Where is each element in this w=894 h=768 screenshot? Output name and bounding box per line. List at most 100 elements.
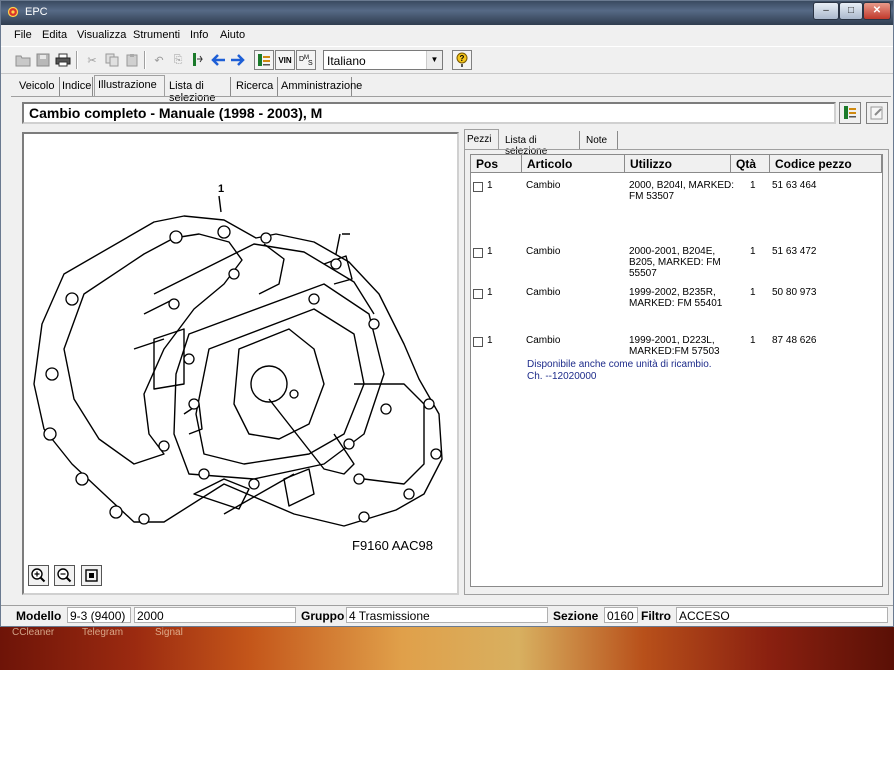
- row-pos: 1: [487, 287, 493, 298]
- dms-icon[interactable]: DMS: [296, 50, 316, 70]
- row-pos: 1: [487, 335, 493, 346]
- menu-aiuto[interactable]: Aiuto: [220, 29, 245, 41]
- row-utilizzo: 2000, B204I, MARKED: FM 53507: [629, 180, 735, 202]
- tab-amministrazione[interactable]: Amministrazione: [278, 77, 362, 97]
- desktop-icon-label[interactable]: Signal: [155, 627, 183, 638]
- menu-visualizza[interactable]: Visualizza: [77, 29, 126, 41]
- modello-label: Modello: [16, 609, 62, 623]
- tab-lista-di-selezione[interactable]: Lista di selezione: [165, 77, 231, 104]
- menu-file[interactable]: File: [14, 29, 32, 41]
- open-folder-icon[interactable]: [13, 50, 33, 70]
- row-checkbox[interactable]: [473, 182, 483, 192]
- menu-edita[interactable]: Edita: [42, 29, 67, 41]
- illustration-panel: 1 F9160 AAC98: [22, 132, 459, 595]
- row-codice[interactable]: 51 63 472: [772, 246, 817, 257]
- row-codice[interactable]: 50 80 973: [772, 287, 817, 298]
- zoom-out-button[interactable]: [54, 565, 75, 586]
- paste-icon[interactable]: [122, 50, 142, 70]
- desktop-icon-label[interactable]: Telegram: [82, 627, 123, 638]
- tab-veicolo[interactable]: Veicolo: [15, 77, 60, 97]
- language-value: Italiano: [327, 54, 366, 68]
- column-header-utilizzo[interactable]: Utilizzo: [625, 155, 731, 173]
- desktop-icon-label[interactable]: CCleaner: [12, 627, 54, 638]
- title-bar[interactable]: EPC – □ ✕: [1, 1, 893, 25]
- desktop-background: CCleaner Telegram Signal: [0, 627, 894, 670]
- fit-view-icon: [85, 569, 98, 582]
- menu-bar: File Edita Visualizza Strumenti Info Aiu…: [1, 26, 893, 45]
- row-pos: 1: [487, 180, 493, 191]
- tab-pezzi[interactable]: Pezzi: [464, 129, 499, 150]
- anno-value: 2000: [134, 607, 296, 623]
- catalog-list-button[interactable]: [839, 102, 861, 124]
- page-back-icon[interactable]: ⎘: [168, 50, 188, 70]
- save-icon[interactable]: [33, 50, 53, 70]
- parts-table: Pos Articolo Utilizzo Qtà Codice pezzo 1…: [470, 154, 883, 587]
- heading-field: Cambio completo - Manuale (1998 - 2003),…: [22, 102, 836, 124]
- toolbar: ✂ ↶ ⎘ VIN DMS Italiano ▼ ?: [1, 46, 893, 74]
- help-button[interactable]: ?: [452, 50, 472, 70]
- modello-value: 9-3 (9400): [67, 607, 131, 623]
- row-checkbox[interactable]: [473, 289, 483, 299]
- row-codice[interactable]: 87 48 626: [772, 335, 817, 346]
- arrow-left-icon[interactable]: [208, 50, 228, 70]
- tab-ricerca[interactable]: Ricerca: [231, 77, 278, 97]
- column-header-codice[interactable]: Codice pezzo: [770, 155, 882, 173]
- sezione-label: Sezione: [553, 609, 599, 623]
- drawing-code: F9160 AAC98: [352, 538, 433, 553]
- row-articolo[interactable]: Cambio: [526, 335, 560, 346]
- row-qta: 1: [750, 180, 756, 191]
- vin-button[interactable]: VIN: [275, 50, 295, 70]
- tab-illustrazione[interactable]: Illustrazione: [94, 75, 165, 97]
- print-icon[interactable]: [53, 50, 73, 70]
- row-codice[interactable]: 51 63 464: [772, 180, 817, 191]
- sezione-value: 0160: [604, 607, 638, 623]
- row-checkbox[interactable]: [473, 248, 483, 258]
- catalog-icon[interactable]: [254, 50, 274, 70]
- row-articolo[interactable]: Cambio: [526, 180, 560, 191]
- column-header-pos[interactable]: Pos: [471, 155, 522, 173]
- gearbox-drawing[interactable]: 1 F9160 AAC98: [24, 134, 457, 593]
- toolbar-separator: [76, 51, 78, 69]
- row-qta: 1: [750, 287, 756, 298]
- cut-icon[interactable]: ✂: [82, 50, 102, 70]
- row-checkbox[interactable]: [473, 337, 483, 347]
- chevron-down-icon[interactable]: ▼: [426, 51, 442, 69]
- gruppo-value: 4 Trasmissione: [346, 607, 548, 623]
- copy-icon[interactable]: [102, 50, 122, 70]
- return-icon[interactable]: ↶: [149, 50, 169, 70]
- zoom-in-icon: [31, 568, 46, 583]
- row-articolo[interactable]: Cambio: [526, 246, 560, 257]
- minimize-button[interactable]: –: [813, 2, 839, 20]
- fit-view-button[interactable]: [81, 565, 102, 586]
- arrow-right-icon[interactable]: [228, 50, 248, 70]
- callout-number[interactable]: 1: [218, 183, 224, 195]
- window-title: EPC: [25, 6, 48, 18]
- tab-divider: [11, 96, 891, 97]
- maximize-button[interactable]: □: [839, 2, 863, 20]
- row-pos: 1: [487, 246, 493, 257]
- tab-lista-di-selezione-parts[interactable]: Lista di selezione: [500, 131, 580, 157]
- menu-strumenti[interactable]: Strumenti: [133, 29, 180, 41]
- language-select[interactable]: Italiano ▼: [323, 50, 443, 70]
- app-icon: [7, 6, 19, 18]
- menu-info[interactable]: Info: [190, 29, 208, 41]
- close-button[interactable]: ✕: [863, 2, 891, 20]
- column-header-articolo[interactable]: Articolo: [522, 155, 625, 173]
- gruppo-label: Gruppo: [301, 609, 345, 623]
- toolbar-separator: [144, 51, 146, 69]
- column-header-qta[interactable]: Qtà: [731, 155, 770, 173]
- row-utilizzo: 1999-2002, B235R, MARKED: FM 55401: [629, 287, 723, 309]
- zoom-out-icon: [57, 568, 72, 583]
- svg-text:S: S: [308, 60, 313, 67]
- page-title: Cambio completo - Manuale (1998 - 2003),…: [29, 105, 323, 121]
- replacement-note: Disponibile anche come unità di ricambio…: [527, 359, 712, 382]
- marker-icon[interactable]: [188, 50, 208, 70]
- row-qta: 1: [750, 335, 756, 346]
- row-articolo[interactable]: Cambio: [526, 287, 560, 298]
- tab-note[interactable]: Note: [580, 131, 618, 150]
- tab-indice[interactable]: Indice: [60, 77, 93, 97]
- edit-note-icon[interactable]: [866, 102, 888, 124]
- svg-text:?: ?: [460, 54, 465, 63]
- row-qta: 1: [750, 246, 756, 257]
- zoom-in-button[interactable]: [28, 565, 49, 586]
